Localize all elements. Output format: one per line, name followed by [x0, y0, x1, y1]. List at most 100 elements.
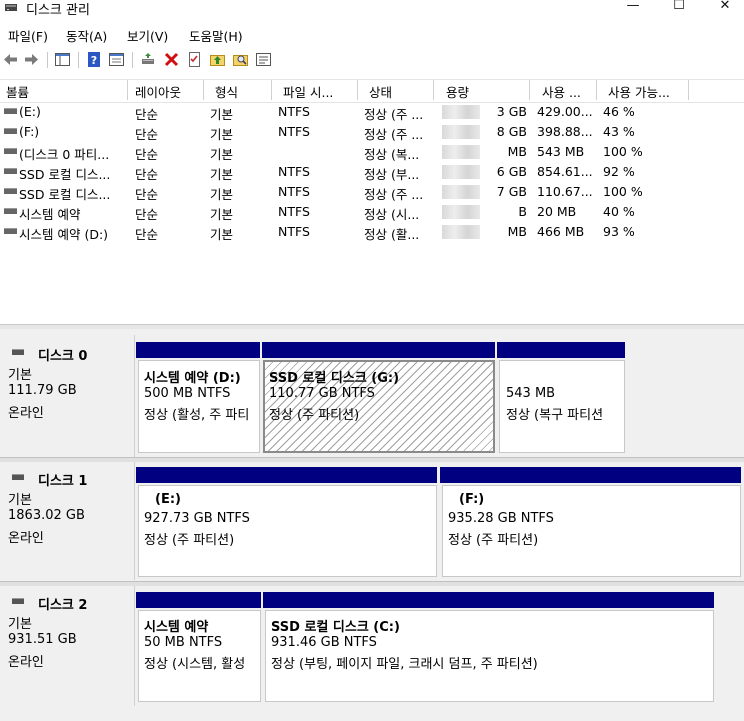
partition-e[interactable]: (E:) 927.73 GB NTFS 정상 (주 파티션) — [138, 485, 437, 577]
show-hide-tree-icon[interactable] — [54, 51, 71, 68]
column-divider[interactable] — [688, 80, 689, 100]
column-capacity[interactable]: 용량 — [446, 82, 526, 101]
column-volume[interactable]: 볼륨 — [6, 82, 124, 101]
cell-status: 정상 (시... — [364, 207, 420, 222]
volume-icon — [4, 208, 17, 214]
delete-icon[interactable] — [163, 51, 180, 68]
partition-system-reserved[interactable]: 시스템 예약 50 MB NTFS 정상 (시스템, 활성 — [138, 610, 261, 702]
cell-status: 정상 (주 ... — [364, 107, 424, 122]
cell-volume: 시스템 예약 (D:) — [19, 227, 109, 242]
partition-title: SSD 로컬 디스크 (G:) — [269, 371, 400, 386]
redacted-capacity-blur — [442, 145, 480, 159]
disk-2-label[interactable]: 디스크 2 기본 931.51 GB 온라인 — [0, 586, 135, 706]
column-status[interactable]: 상태 — [369, 82, 431, 101]
partition-header-bar — [497, 342, 625, 358]
cell-percent-free: 100 % — [603, 144, 643, 159]
cell-free-space: 429.00... — [537, 104, 593, 119]
disk-size: 931.51 GB — [8, 632, 77, 647]
column-divider[interactable] — [433, 80, 434, 100]
volume-icon — [4, 228, 17, 234]
column-filesystem[interactable]: 파일 시... — [283, 82, 355, 101]
cell-status: 정상 (부... — [364, 167, 420, 182]
column-divider[interactable] — [529, 80, 530, 100]
partition-ssd-local-c[interactable]: SSD 로컬 디스크 (C:) 931.46 GB NTFS 정상 (부팅, 페… — [265, 610, 714, 702]
disk-name: 디스크 2 — [38, 598, 88, 613]
cell-free-space: 854.61... — [537, 164, 593, 179]
disk-0-label[interactable]: 디스크 0 기본 111.79 GB 온라인 — [0, 335, 135, 457]
cell-filesystem: NTFS — [278, 184, 310, 199]
maximize-button[interactable]: ☐ — [656, 0, 702, 16]
partition-status: 정상 (주 파티션) — [448, 533, 539, 548]
cell-capacity: 6 GB — [496, 164, 527, 179]
column-type[interactable]: 형식 — [215, 82, 269, 101]
cell-volume: 시스템 예약 — [19, 207, 81, 222]
partition-size: 935.28 GB NTFS — [448, 511, 554, 526]
partition-size: 927.73 GB NTFS — [144, 511, 250, 526]
menu-view[interactable]: 보기(V) — [127, 26, 168, 45]
partition-title: SSD 로컬 디스크 (C:) — [271, 620, 400, 635]
partition-f[interactable]: (F:) 935.28 GB NTFS 정상 (주 파티션) — [442, 485, 741, 577]
column-divider[interactable] — [127, 80, 128, 100]
partition-ssd-local-g-selected[interactable]: SSD 로컬 디스크 (G:) 110.77 GB NTFS 정상 (주 파티션… — [263, 360, 495, 453]
forward-arrow-icon[interactable] — [23, 51, 40, 68]
cell-volume: (E:) — [19, 104, 41, 119]
cell-layout: 단순 — [135, 107, 159, 122]
partition-title: (F:) — [459, 492, 485, 507]
svg-text:?: ? — [91, 54, 97, 67]
menu-action[interactable]: 동작(A) — [66, 26, 107, 45]
cell-filesystem: NTFS — [278, 204, 310, 219]
help-icon[interactable]: ? — [86, 51, 103, 68]
cell-layout: 단순 — [135, 207, 159, 222]
cell-free-space: 543 MB — [537, 144, 585, 159]
column-divider[interactable] — [203, 80, 204, 100]
partition-status: 정상 (주 파티션) — [269, 408, 360, 423]
cell-filesystem: NTFS — [278, 164, 310, 179]
rescan-icon[interactable] — [255, 51, 272, 68]
disk-type: 기본 — [8, 493, 32, 508]
disk-drive-icon — [12, 474, 24, 480]
menu-file[interactable]: 파일(F) — [8, 26, 48, 45]
disk-state: 온라인 — [8, 406, 44, 421]
redacted-capacity-blur — [442, 205, 480, 219]
toolbar-separator — [132, 52, 133, 68]
column-layout[interactable]: 레이아웃 — [135, 82, 201, 101]
partition-size: 50 MB NTFS — [144, 635, 223, 650]
redacted-capacity-blur — [442, 125, 480, 139]
disk-management-app-icon — [5, 4, 17, 11]
redacted-capacity-blur — [442, 185, 480, 199]
connect-drive-icon[interactable] — [140, 51, 157, 68]
cell-type: 기본 — [210, 187, 234, 202]
menu-help[interactable]: 도움말(H) — [189, 26, 243, 45]
toolbar-separator — [78, 52, 79, 68]
close-button[interactable]: ✕ — [702, 0, 744, 16]
partition-status: 정상 (시스템, 활성 — [144, 657, 246, 672]
column-free-space[interactable]: 사용 ... — [542, 82, 594, 101]
column-percent-free[interactable]: 사용 가능... — [608, 82, 688, 101]
disk-1-label[interactable]: 디스크 1 기본 1863.02 GB 온라인 — [0, 462, 135, 580]
cell-volume: (디스크 0 파티... — [19, 147, 110, 162]
up-folder-icon[interactable] — [209, 51, 226, 68]
cell-type: 기본 — [210, 167, 234, 182]
column-divider[interactable] — [357, 80, 358, 100]
minimize-button[interactable]: — — [610, 0, 656, 16]
column-divider[interactable] — [596, 80, 597, 100]
back-arrow-icon[interactable] — [2, 51, 19, 68]
cell-capacity: 7 GB — [496, 184, 527, 199]
disk-drive-icon — [12, 349, 24, 355]
search-folder-icon[interactable] — [232, 51, 249, 68]
partition-system-reserved-d[interactable]: 시스템 예약 (D:) 500 MB NTFS 정상 (활성, 주 파티 — [138, 360, 260, 453]
partition-header-bar — [136, 467, 437, 483]
redacted-capacity-blur — [442, 105, 480, 119]
cell-capacity: B — [518, 204, 527, 219]
partition-status: 정상 (복구 파티션 — [506, 408, 604, 423]
disk-state: 온라인 — [8, 531, 44, 546]
partition-recovery[interactable]: 543 MB 정상 (복구 파티션 — [499, 360, 625, 453]
partition-header-bar — [263, 592, 714, 608]
cell-type: 기본 — [210, 127, 234, 142]
properties-icon[interactable] — [108, 51, 125, 68]
partition-size: 500 MB NTFS — [144, 386, 231, 401]
checklist-icon[interactable] — [186, 51, 203, 68]
volume-icon — [4, 128, 17, 134]
column-divider[interactable] — [271, 80, 272, 100]
partition-size: 931.46 GB NTFS — [271, 635, 377, 650]
